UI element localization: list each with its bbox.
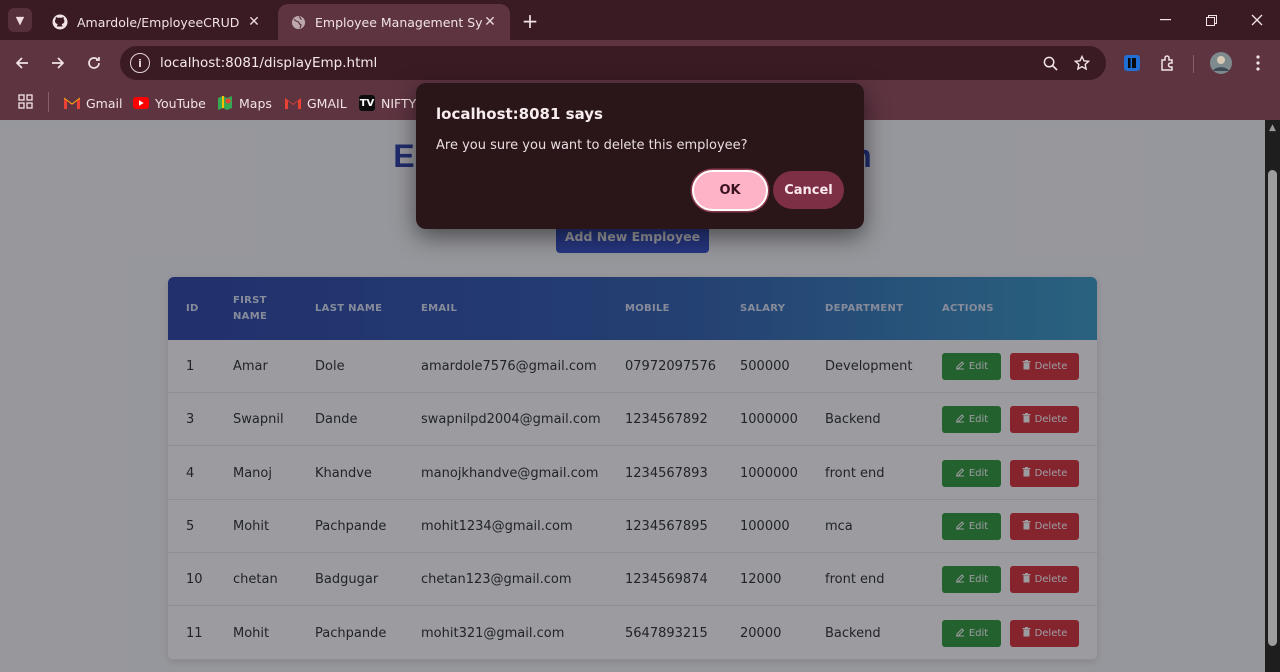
more-menu-icon[interactable]: [1247, 52, 1269, 74]
bookmarks-divider: [48, 92, 49, 112]
dialog-title: localhost:8081 says: [436, 105, 603, 123]
youtube-icon: [133, 95, 149, 111]
cancel-button[interactable]: Cancel: [773, 171, 844, 209]
dialog-message: Are you sure you want to delete this emp…: [436, 138, 748, 153]
bookmark-nifty[interactable]: TV NIFTY: [359, 92, 416, 114]
globe-icon: [290, 14, 306, 30]
window-close-button[interactable]: [1234, 0, 1280, 40]
new-tab-button[interactable]: +: [518, 9, 542, 33]
tab-employee-crud[interactable]: Amardole/EmployeeCRUD ✕: [40, 4, 274, 40]
gmail-icon: [64, 95, 80, 111]
restore-button[interactable]: [1188, 0, 1234, 40]
scrollbar-thumb[interactable]: [1268, 170, 1277, 646]
bookmark-label: NIFTY: [381, 95, 417, 111]
bookmark-star-icon[interactable]: [1072, 53, 1092, 73]
maps-icon: [217, 95, 233, 111]
bookmark-gmail[interactable]: Gmail: [64, 92, 122, 114]
extensions-puzzle-icon[interactable]: [1157, 52, 1179, 74]
tab-title: Amardole/EmployeeCRUD: [77, 14, 240, 30]
bookmark-label: GMAIL: [307, 95, 347, 111]
bookmark-label: YouTube: [155, 95, 206, 111]
zoom-icon[interactable]: [1040, 53, 1060, 73]
forward-button[interactable]: [44, 49, 72, 77]
back-button[interactable]: [8, 49, 36, 77]
extension-icon[interactable]: [1121, 52, 1143, 74]
bookmark-youtube[interactable]: YouTube: [133, 92, 206, 114]
minimize-button[interactable]: [1142, 0, 1188, 40]
bookmark-label: Gmail: [86, 95, 123, 111]
toolbar-divider: [1193, 55, 1194, 73]
gmail-icon: [285, 95, 301, 111]
address-bar[interactable]: i localhost:8081/displayEmp.html: [120, 46, 1106, 80]
ok-button[interactable]: OK: [692, 170, 768, 211]
apps-grid-button[interactable]: [18, 92, 33, 114]
reload-button[interactable]: [80, 49, 108, 77]
apps-grid-icon: [18, 94, 33, 112]
bookmark-gmail-2[interactable]: GMAIL: [285, 92, 347, 114]
site-info-icon[interactable]: i: [130, 53, 150, 73]
github-icon: [52, 14, 68, 30]
tab-employee-management[interactable]: Employee Management System ✕: [278, 4, 510, 40]
close-icon[interactable]: ✕: [482, 14, 498, 30]
bookmark-label: Maps: [239, 95, 272, 111]
tab-title: Employee Management System: [315, 14, 482, 30]
scroll-up-arrow[interactable]: ▲: [1267, 123, 1278, 133]
avatar[interactable]: [1210, 52, 1232, 74]
tradingview-icon: TV: [359, 95, 375, 111]
url-text[interactable]: localhost:8081/displayEmp.html: [160, 55, 377, 71]
tab-search-button[interactable]: ▼: [8, 8, 32, 32]
browser-toolbar: i localhost:8081/displayEmp.html: [0, 40, 1280, 86]
tab-strip: ▼ Amardole/EmployeeCRUD ✕ Employee Manag…: [0, 0, 1280, 40]
chevron-down-icon: ▼: [15, 13, 25, 27]
bookmark-maps[interactable]: Maps: [217, 92, 272, 114]
close-icon[interactable]: ✕: [246, 14, 262, 30]
